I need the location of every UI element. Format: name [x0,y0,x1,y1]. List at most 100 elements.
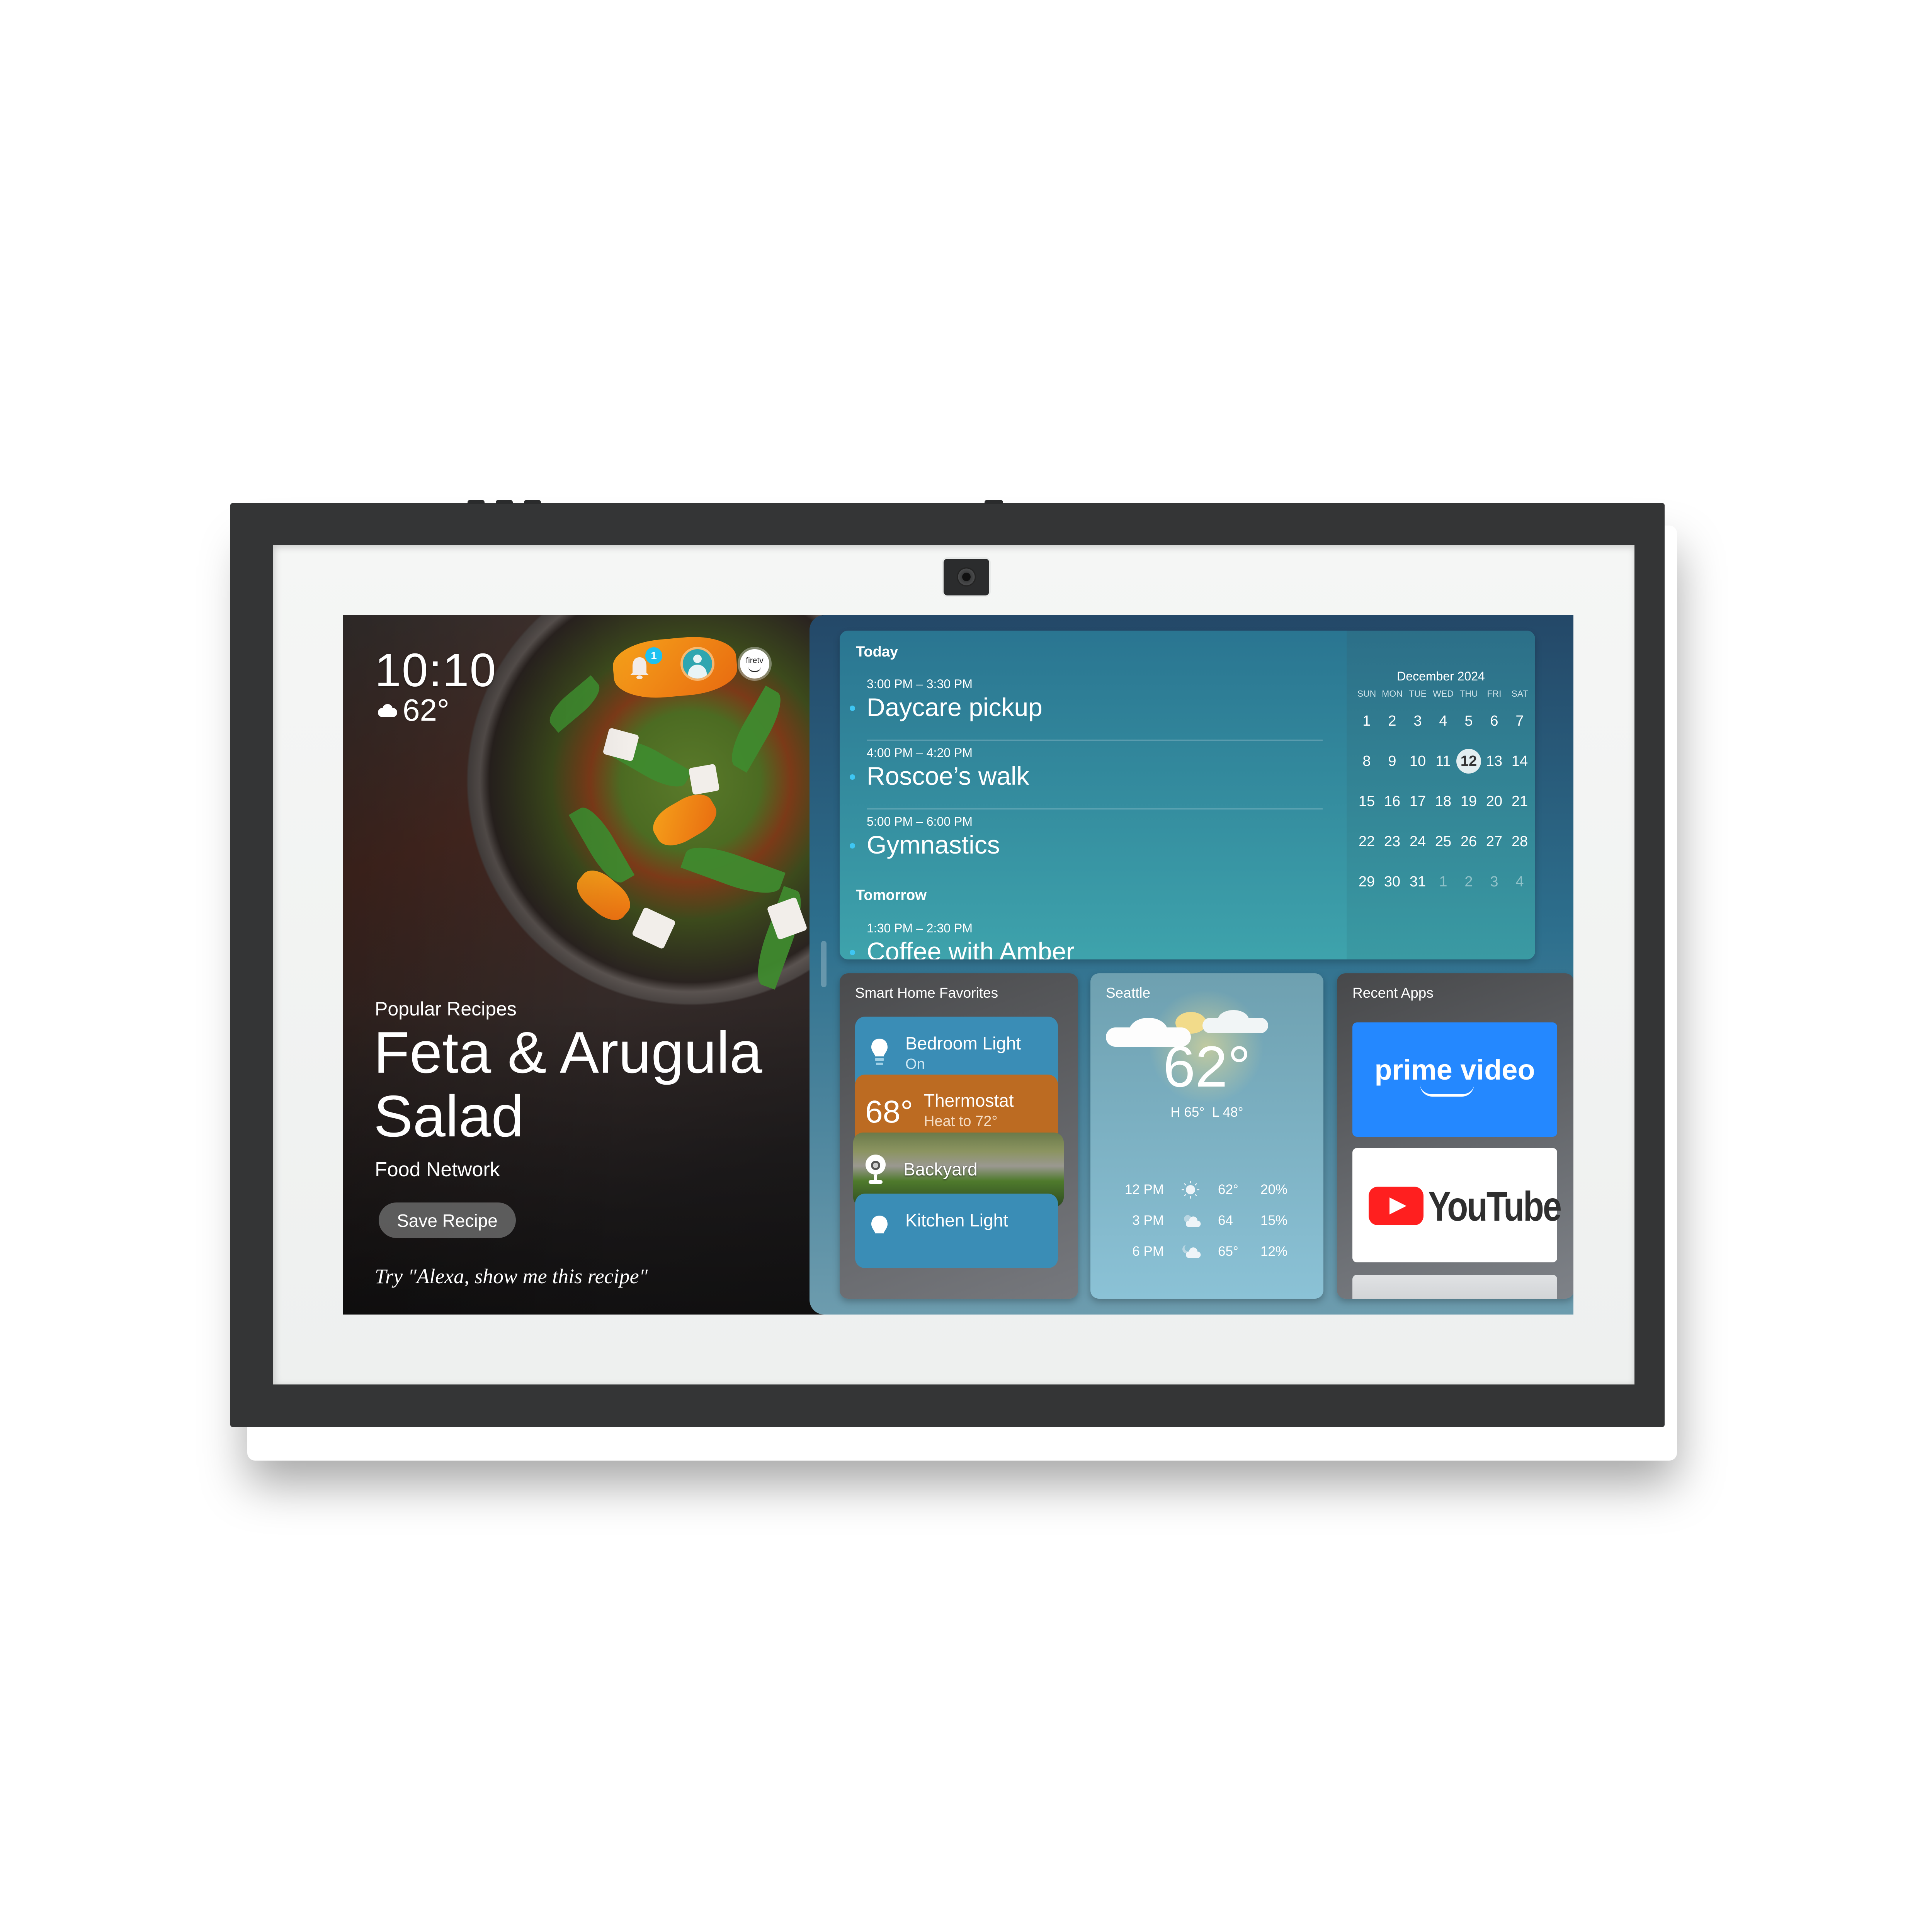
profile-icon[interactable] [683,649,712,679]
current-temperature: 62° [403,693,449,727]
event-name: Daycare pickup [867,693,1043,721]
calendar-day[interactable]: 4 [1431,709,1456,733]
calendar-day[interactable]: 24 [1405,829,1430,854]
calendar-day[interactable]: 17 [1405,789,1430,814]
hourly-forecast-row: 12 PM 62° 20% [1090,1181,1323,1205]
recipe-category: Popular Recipes [375,998,517,1020]
event-name: Gymnastics [867,830,1000,859]
forecast-temp: 62° [1218,1182,1238,1197]
calendar-day[interactable]: 16 [1380,789,1405,814]
weekday-label: SUN [1357,689,1376,699]
calendar-day[interactable]: 22 [1354,829,1379,854]
calendar-card[interactable]: Today 3:00 PM – 3:30 PM Daycare pickup 4… [840,631,1535,959]
calendar-day[interactable]: 31 [1405,869,1430,894]
month-calendar: December 2024 SUN MON TUE WED THU FRI SAT 1234… [1347,631,1535,959]
event-time: 3:00 PM – 3:30 PM [867,677,973,691]
event-name: Coffee with Amber [867,937,1075,959]
calendar-day[interactable]: 15 [1354,789,1379,814]
firetv-label: firetv [746,656,764,665]
volume-up-button[interactable] [496,500,513,504]
calendar-day[interactable]: 3 [1482,869,1507,894]
calendar-day[interactable]: 6 [1482,709,1507,733]
volume-down-button[interactable] [468,500,485,504]
calendar-day[interactable]: 25 [1431,829,1456,854]
section-today: Today [856,644,898,660]
calendar-day[interactable]: 9 [1380,749,1405,774]
calendar-day[interactable]: 7 [1507,709,1532,733]
weekday-label: THU [1459,689,1478,699]
calendar-day[interactable]: 19 [1456,789,1481,814]
forecast-time: 3 PM [1132,1213,1164,1228]
divider [867,740,1323,741]
calendar-day[interactable]: 2 [1380,709,1405,733]
app-tile[interactable] [1352,1275,1557,1299]
calendar-day[interactable]: 10 [1405,749,1430,774]
drag-handle[interactable] [821,941,827,987]
device-name: Kitchen Light [905,1210,1008,1230]
app-youtube[interactable]: YouTube [1352,1148,1562,1262]
calendar-day[interactable]: 8 [1354,749,1379,774]
device-kitchen-light[interactable]: Kitchen Light [855,1194,1058,1268]
calendar-day[interactable]: 28 [1507,829,1532,854]
calendar-day[interactable]: 14 [1507,749,1532,774]
calendar-day[interactable]: 2 [1456,869,1481,894]
recent-apps-tile[interactable]: Recent Apps prime video YouTube [1337,973,1573,1299]
forecast-precip: 20% [1260,1182,1288,1197]
lightbulb-icon [871,1216,888,1233]
calendar-day[interactable]: 21 [1507,789,1532,814]
current-weather[interactable]: 62° [375,692,449,728]
weather-city: Seattle [1106,985,1151,1001]
voice-hint: Try "Alexa, show me this recipe" [375,1265,648,1288]
recipe-card[interactable]: 10:10 62° 1 firetv Popular Recipes Feta … [343,615,822,1315]
smart-home-tile[interactable]: Smart Home Favorites Bedroom Light On 68… [840,973,1078,1299]
calendar-day[interactable]: 23 [1380,829,1405,854]
partly-cloudy-icon [1184,1215,1201,1227]
screen: 10:10 62° 1 firetv Popular Recipes Feta … [343,615,1573,1315]
amazon-smile-icon [1420,1084,1474,1097]
calendar-day[interactable]: 27 [1482,829,1507,854]
app-name: prime video [1374,1054,1535,1086]
high-low: H 65° L 48° [1170,1105,1243,1120]
device-name: Thermostat [924,1090,1014,1111]
forecast-precip: 15% [1260,1213,1288,1228]
calendar-day[interactable]: 18 [1431,789,1456,814]
app-prime-video[interactable]: prime video [1352,1022,1557,1137]
calendar-day[interactable]: 5 [1456,709,1481,733]
weekday-label: MON [1382,689,1403,699]
notification-badge: 1 [645,647,662,664]
hourly-forecast-row: 3 PM 64 15% [1090,1213,1323,1236]
hourly-forecast-row: 6 PM 65° 12% [1090,1244,1323,1267]
calendar-day-today[interactable]: 12 [1456,749,1481,774]
device-name: Backyard [903,1159,978,1179]
night-cloudy-icon [1182,1245,1201,1258]
divider [867,808,1323,810]
event-time: 5:00 PM – 6:00 PM [867,815,973,828]
event-time: 4:00 PM – 4:20 PM [867,746,973,760]
event-dot-icon [850,774,855,780]
firetv-icon[interactable]: firetv [740,649,769,679]
calendar-day[interactable]: 29 [1354,869,1379,894]
calendar-day[interactable]: 1 [1354,709,1379,733]
current-temp: 62° [1163,1034,1251,1099]
recent-apps-title: Recent Apps [1352,985,1434,1001]
camera-shutter-slider[interactable] [985,500,1003,504]
calendar-day[interactable]: 13 [1482,749,1507,774]
forecast-time: 12 PM [1124,1182,1164,1197]
calendar-day[interactable]: 30 [1380,869,1405,894]
calendar-day[interactable]: 4 [1507,869,1532,894]
app-name: YouTube [1428,1183,1562,1230]
calendar-day[interactable]: 11 [1431,749,1456,774]
calendar-day[interactable]: 20 [1482,789,1507,814]
mic-off-button[interactable] [524,500,541,504]
calendar-day[interactable]: 3 [1405,709,1430,733]
weekday-label: SAT [1511,689,1528,699]
forecast-precip: 12% [1260,1244,1288,1259]
calendar-day[interactable]: 26 [1456,829,1481,854]
event-time: 1:30 PM – 2:30 PM [867,921,973,935]
weekday-label: FRI [1487,689,1502,699]
weather-tile[interactable]: Seattle 62° H 65° L 48° 12 PM 62° 20% 3 PM 6… [1090,973,1323,1299]
forecast-temp: 65° [1218,1244,1238,1259]
calendar-day[interactable]: 1 [1431,869,1456,894]
lightbulb-icon [871,1039,888,1065]
save-recipe-button[interactable]: Save Recipe [379,1202,516,1238]
